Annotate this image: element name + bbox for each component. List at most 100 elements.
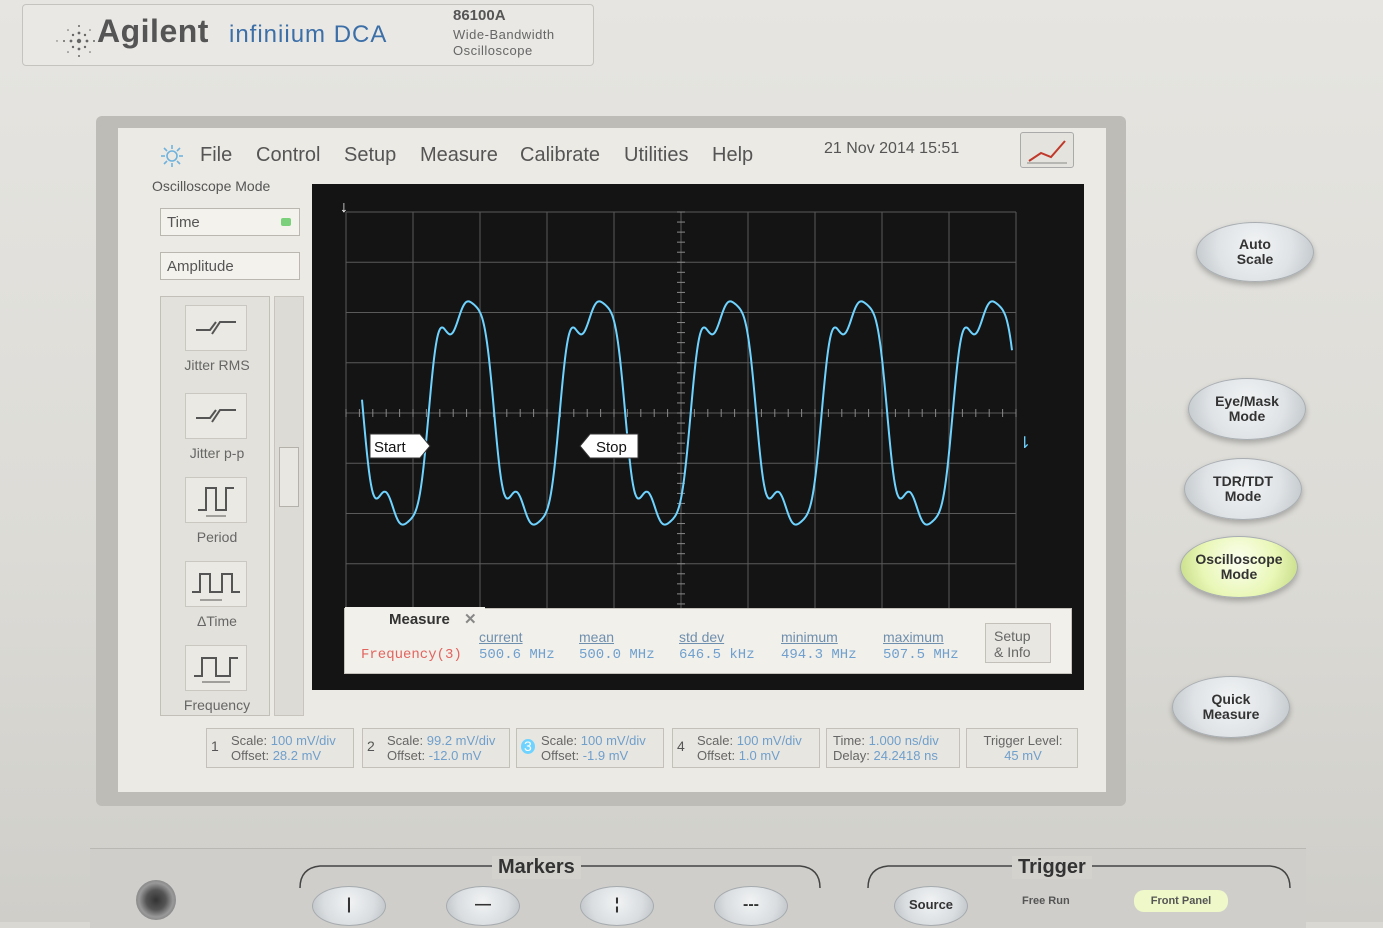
time-indicator-icon [281, 218, 291, 226]
print-screen-button[interactable] [1020, 132, 1074, 168]
measure-tab[interactable]: Measure ✕ [345, 607, 485, 629]
jitter-rms-label: Jitter RMS [184, 357, 250, 373]
setup-info-line2: & Info [994, 644, 1031, 660]
trigger-level-info[interactable]: Trigger Level: 45 mV [966, 728, 1078, 768]
brand-name: Agilent [97, 13, 209, 49]
stop-marker: Stop [579, 433, 639, 459]
channel-1-offset: 28.2 mV [272, 748, 322, 763]
channel-4-info[interactable]: 4 Scale: 100 mV/div Offset: 1.0 mV [672, 728, 820, 768]
setup-info-button[interactable]: Setup & Info [985, 623, 1051, 663]
start-marker-label: Start [374, 439, 407, 456]
stop-marker-label: Stop [596, 439, 627, 456]
trigger-arrow-icon: ↓ [340, 199, 348, 216]
channel-3-number: 3 [521, 739, 535, 754]
free-run-label: Free Run [1022, 895, 1070, 907]
time-selector-label: Time [167, 214, 200, 231]
brand-description-line1: Wide-Bandwidth [453, 27, 555, 42]
marker-off-button[interactable]: --- [714, 886, 788, 926]
menu-control[interactable]: Control [256, 144, 320, 167]
channel-1-info[interactable]: 1 Scale: 100 mV/div Offset: 28.2 mV [206, 728, 354, 768]
time-selector[interactable]: Time [160, 208, 300, 236]
mean-header: mean [579, 629, 615, 645]
channel-2-info[interactable]: 2 Scale: 99.2 mV/div Offset: -12.0 mV [362, 728, 510, 768]
bnc-connector-icon [136, 880, 176, 920]
scrollbar-thumb[interactable] [279, 447, 299, 507]
delta-time-icon [185, 561, 247, 607]
std-dev-header: std dev [679, 629, 725, 645]
timebase-info[interactable]: Time: 1.000 ns/div Delay: 24.2418 ns [826, 728, 960, 768]
jitter-rms-button[interactable]: Jitter RMS [169, 303, 265, 385]
channel-3-info[interactable]: 3 Scale: 100 mV/div Offset: -1.9 mV [516, 728, 664, 768]
period-icon [185, 477, 247, 523]
minimum-value: 494.3 MHz [781, 647, 857, 663]
delta-time-label: ΔTime [197, 613, 237, 629]
scope-screen: File Control Setup Measure Calibrate Uti… [118, 128, 1106, 792]
menu-calibrate[interactable]: Calibrate [520, 144, 600, 167]
menu-file[interactable]: File [200, 144, 232, 167]
time-per-div: 1.000 ns/div [868, 733, 939, 748]
menu-utilities[interactable]: Utilities [624, 144, 688, 167]
channel-4-number: 4 [677, 738, 685, 754]
channel-2-number: 2 [367, 738, 375, 754]
jitter-pp-button[interactable]: Jitter p-p [169, 391, 265, 473]
marker-1-button[interactable]: | [312, 886, 386, 926]
marker-3-button[interactable]: ¦ [580, 886, 654, 926]
amplitude-selector[interactable]: Amplitude [160, 252, 300, 280]
current-header: current [479, 629, 523, 645]
channel-3-scale: 100 mV/div [580, 733, 646, 748]
markers-group-title: Markers [492, 856, 581, 879]
channel-4-scale: 100 mV/div [736, 733, 802, 748]
brand-model: 86100A [453, 7, 506, 24]
brand-product: infiniium DCA [229, 21, 388, 48]
auto-scale-button[interactable]: Auto Scale [1196, 222, 1314, 282]
front-control-panel [90, 848, 1306, 928]
mode-label: Oscilloscope Mode [152, 178, 271, 194]
setup-info-line1: Setup [994, 628, 1031, 644]
tdr-tdt-mode-button[interactable]: TDR/TDT Mode [1184, 458, 1302, 520]
delay-value: 24.2418 ns [873, 748, 938, 763]
period-button[interactable]: Period [169, 475, 265, 557]
jitter-rms-icon [185, 305, 247, 351]
menu-measure[interactable]: Measure [420, 144, 498, 167]
graph-icon [1027, 140, 1067, 164]
front-panel-indicator[interactable]: Front Panel [1134, 890, 1228, 912]
menu-setup[interactable]: Setup [344, 144, 396, 167]
trigger-level-label: Trigger Level: [983, 733, 1063, 748]
channel-1-scale: 100 mV/div [270, 733, 336, 748]
channel-2-offset: -12.0 mV [428, 748, 482, 763]
period-label: Period [196, 529, 238, 545]
oscilloscope-mode-button[interactable]: Oscilloscope Mode [1180, 536, 1298, 598]
frequency-icon [185, 645, 247, 691]
trigger-group-title: Trigger [1012, 856, 1092, 879]
jitter-pp-label: Jitter p-p [189, 445, 245, 461]
measurement-toolbar: Jitter RMS Jitter p-p Period ΔTime Frequ… [160, 296, 270, 716]
eye-mask-mode-button[interactable]: Eye/Mask Mode [1188, 378, 1306, 440]
std-dev-value: 646.5 kHz [679, 647, 755, 663]
measure-panel: Measure ✕ Frequency(3) current 500.6 MHz… [344, 607, 1072, 674]
current-value: 500.6 MHz [479, 647, 555, 663]
channel-ground-marker-icon: ⇂ [1018, 435, 1031, 452]
minimum-header: minimum [781, 629, 838, 645]
jitter-pp-icon [185, 393, 247, 439]
frequency-label: Frequency [183, 697, 251, 713]
frequency-button[interactable]: Frequency [169, 643, 265, 725]
trigger-source-button[interactable]: Source [894, 886, 968, 926]
delta-time-button[interactable]: ΔTime [169, 559, 265, 641]
measurement-scrollbar[interactable] [274, 296, 304, 716]
start-marker: Start [369, 433, 431, 459]
channel-4-offset: 1.0 mV [738, 748, 780, 763]
brand-description-line2: Oscilloscope [453, 43, 533, 58]
menu-help[interactable]: Help [712, 144, 753, 167]
agilent-sun-icon[interactable] [160, 144, 184, 168]
marker-2-button[interactable]: — [446, 886, 520, 926]
quick-measure-button[interactable]: Quick Measure [1172, 676, 1290, 738]
trigger-level-value: 45 mV [1004, 748, 1042, 763]
channel-3-offset: -1.9 mV [582, 748, 629, 763]
brand-plate: Agilent infiniium DCA 86100A Wide-Bandwi… [22, 4, 594, 66]
instrument-bezel: Agilent infiniium DCA 86100A Wide-Bandwi… [0, 0, 1383, 928]
maximum-header: maximum [883, 629, 944, 645]
close-measure-icon[interactable]: ✕ [464, 611, 477, 628]
measurement-name: Frequency(3) [361, 647, 462, 663]
channel-1-number: 1 [211, 738, 219, 754]
maximum-value: 507.5 MHz [883, 647, 959, 663]
